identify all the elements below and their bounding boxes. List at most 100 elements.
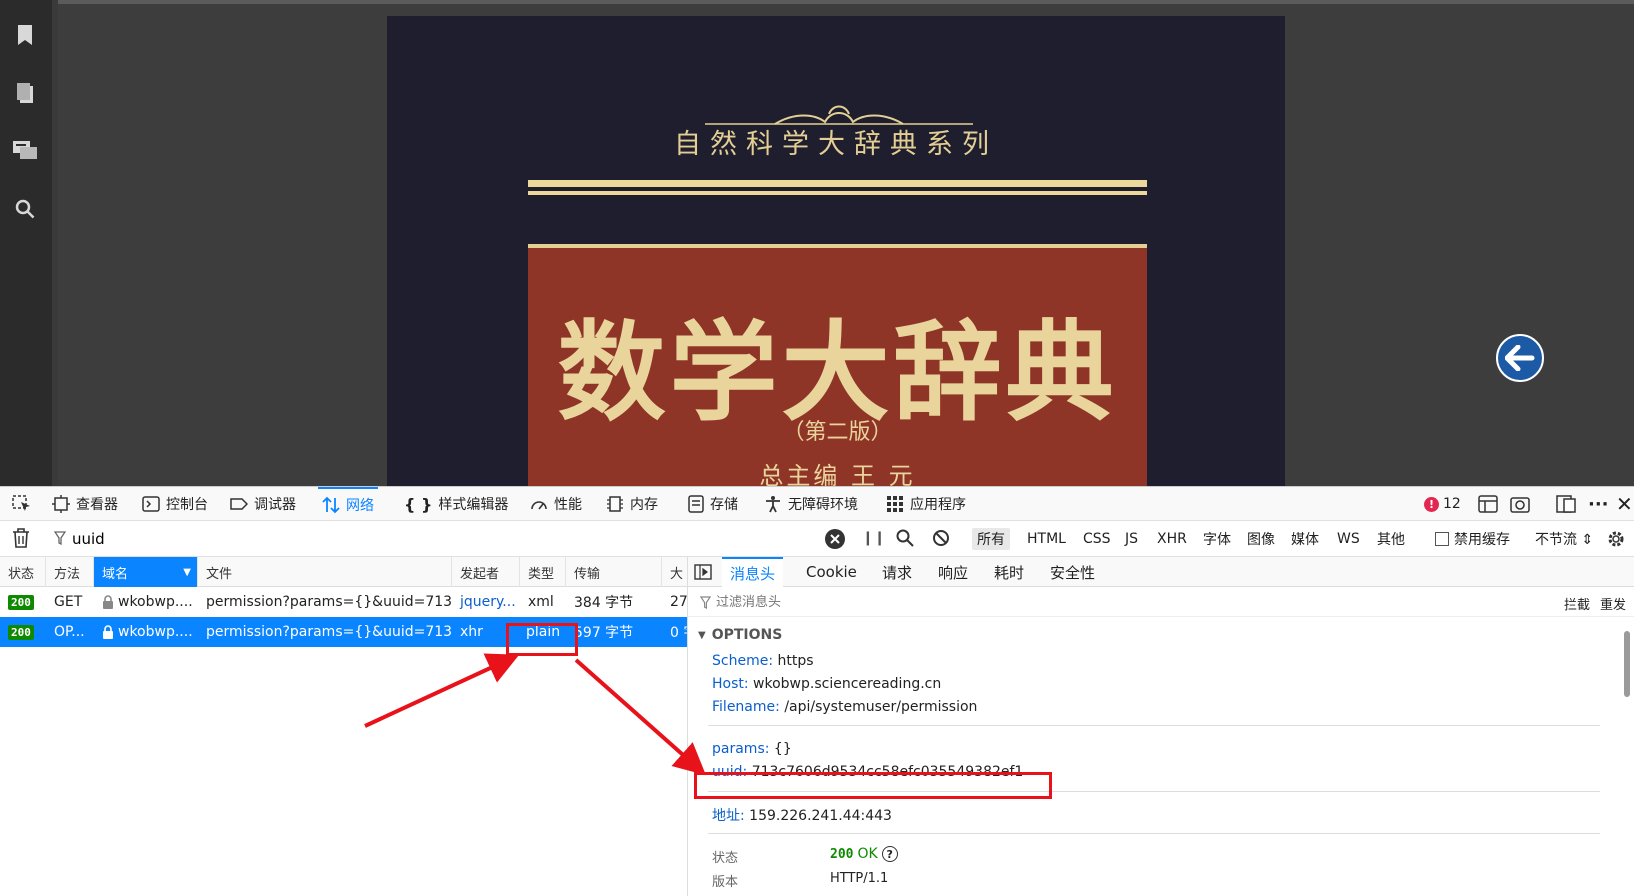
- type-filter-xhr[interactable]: XHR: [1152, 528, 1192, 550]
- grid-icon: [887, 496, 903, 512]
- bookmark-icon[interactable]: [8, 18, 42, 52]
- details-scrollbar[interactable]: [1624, 631, 1630, 697]
- type-filter-other[interactable]: 其他: [1372, 528, 1410, 550]
- horizontal-scrollbar[interactable]: [58, 0, 1634, 4]
- column-transferred[interactable]: 传输: [566, 557, 662, 587]
- debugger-icon: [230, 498, 248, 510]
- column-initiator[interactable]: 发起者: [452, 557, 520, 587]
- scheme-key: Scheme:: [712, 653, 774, 669]
- type-filter-media[interactable]: 媒体: [1286, 528, 1324, 550]
- type-filter-fonts[interactable]: 字体: [1198, 528, 1236, 550]
- throttle-select[interactable]: 不节流 ⇕: [1530, 528, 1598, 550]
- split-console-button[interactable]: [1474, 487, 1502, 521]
- element-picker-button[interactable]: [8, 487, 36, 521]
- initiator-cell[interactable]: jquery...: [452, 587, 520, 617]
- pause-icon[interactable]: ❙❙: [862, 530, 885, 546]
- comments-icon[interactable]: [8, 134, 42, 168]
- screenshot-button[interactable]: [1506, 487, 1534, 521]
- file-cell: permission?params={}&uuid=713c76: [206, 594, 452, 610]
- devtools-toolbar: 查看器 控制台 调试器 网络 { } 样式编辑器 性能 内存 存储 无障碍环境 …: [0, 487, 1634, 521]
- book-editor: 总主编 王 元: [759, 462, 916, 486]
- type-filter-js[interactable]: JS: [1120, 528, 1143, 550]
- request-details: 消息头 Cookie 请求 响应 耗时 安全性 拦截 重发 ▼ OPTIONS …: [688, 557, 1634, 896]
- type-filter-css[interactable]: CSS: [1078, 528, 1116, 550]
- type-filter-all[interactable]: 所有: [972, 528, 1010, 550]
- type-filter-images[interactable]: 图像: [1242, 528, 1280, 550]
- tab-label: 应用程序: [910, 497, 966, 513]
- tab-request[interactable]: 请求: [874, 557, 920, 587]
- help-icon[interactable]: ?: [881, 846, 898, 862]
- column-domain[interactable]: 域名 ▼: [94, 557, 198, 587]
- tab-inspector[interactable]: 查看器: [48, 487, 122, 521]
- column-type[interactable]: 类型: [520, 557, 566, 587]
- block-button[interactable]: 拦截: [1564, 594, 1590, 613]
- params-value: {}: [773, 741, 792, 757]
- toggle-panel-icon[interactable]: [694, 564, 712, 584]
- tab-storage[interactable]: 存储: [684, 487, 742, 521]
- block-icon[interactable]: [932, 529, 950, 551]
- tab-memory[interactable]: 内存: [602, 487, 662, 521]
- disable-cache-toggle[interactable]: 禁用缓存: [1430, 528, 1515, 550]
- tab-security[interactable]: 安全性: [1042, 557, 1103, 587]
- url-filter-input[interactable]: [50, 526, 810, 552]
- dock-button[interactable]: [1552, 487, 1580, 521]
- book-cover-page: 自然科学大辞典系列 数学大辞典 （第二版） 总主编 王 元: [387, 16, 1285, 486]
- book-edition: （第二版）: [782, 420, 893, 445]
- tab-timings[interactable]: 耗时: [986, 557, 1032, 587]
- divider: [708, 725, 1600, 726]
- type-cell: xml: [528, 594, 554, 610]
- gear-icon[interactable]: [1606, 529, 1626, 553]
- host-key: Host:: [712, 676, 749, 692]
- search-icon[interactable]: [8, 192, 42, 226]
- tab-style-editor[interactable]: { } 样式编辑器: [400, 487, 512, 521]
- close-icon[interactable]: ✕: [1612, 487, 1634, 521]
- host-value: wkobwp.sciencereading.cn: [753, 676, 942, 692]
- type-filter-html[interactable]: HTML: [1022, 528, 1071, 550]
- back-button[interactable]: [1496, 334, 1544, 382]
- tab-console[interactable]: 控制台: [138, 487, 212, 521]
- checkbox[interactable]: [1435, 532, 1449, 546]
- tab-response[interactable]: 响应: [930, 557, 976, 587]
- version-value: HTTP/1.1: [830, 871, 889, 886]
- table-row[interactable]: 200 GET wkobwp.... permission?params={}&…: [0, 587, 687, 617]
- lock-icon: [103, 625, 113, 639]
- tab-label: 无障碍环境: [788, 497, 858, 513]
- viewer-sidebar: [0, 0, 52, 486]
- column-method[interactable]: 方法: [46, 557, 94, 587]
- error-icon: !: [1424, 496, 1439, 512]
- type-filter-ws[interactable]: WS: [1332, 528, 1365, 550]
- pages-icon[interactable]: [8, 76, 42, 110]
- header-filter-row: 拦截 重发: [688, 587, 1634, 617]
- triangle-down-icon: ▼: [698, 629, 706, 641]
- header-filter-input[interactable]: [698, 591, 1198, 613]
- tab-cookies[interactable]: Cookie: [798, 557, 865, 587]
- divider: [708, 833, 1600, 834]
- trash-icon[interactable]: [12, 528, 30, 552]
- tab-headers[interactable]: 消息头: [722, 557, 784, 587]
- sort-down-icon: ▼: [183, 566, 191, 578]
- table-row-selected[interactable]: 200 OP... wkobwp.... permission?params={…: [0, 617, 687, 647]
- options-section-toggle[interactable]: ▼ OPTIONS: [698, 627, 782, 643]
- resend-button[interactable]: 重发: [1600, 594, 1626, 613]
- column-size[interactable]: 大: [662, 557, 687, 587]
- scheme-line: Scheme: https: [712, 653, 814, 669]
- error-counter[interactable]: ! 12: [1424, 487, 1461, 521]
- tab-performance[interactable]: 性能: [526, 487, 586, 521]
- search-icon[interactable]: [896, 529, 914, 551]
- details-tabbar: 消息头 Cookie 请求 响应 耗时 安全性: [688, 557, 1634, 587]
- tab-label: 网络: [346, 498, 374, 514]
- status-badge: 200: [8, 594, 34, 610]
- clear-filter-icon[interactable]: [824, 528, 846, 554]
- method-cell: GET: [54, 594, 83, 610]
- tab-network[interactable]: 网络: [318, 487, 378, 521]
- more-options-icon[interactable]: ···: [1584, 487, 1613, 521]
- tab-accessibility[interactable]: 无障碍环境: [760, 487, 862, 521]
- tab-label: 内存: [630, 497, 658, 513]
- column-file[interactable]: 文件: [198, 557, 452, 587]
- method-cell: OP...: [54, 624, 85, 640]
- tab-application[interactable]: 应用程序: [882, 487, 970, 521]
- tab-debugger[interactable]: 调试器: [226, 487, 300, 521]
- column-status[interactable]: 状态: [0, 557, 46, 587]
- domain-text: wkobwp....: [118, 594, 193, 610]
- status-key: 状态: [712, 851, 739, 866]
